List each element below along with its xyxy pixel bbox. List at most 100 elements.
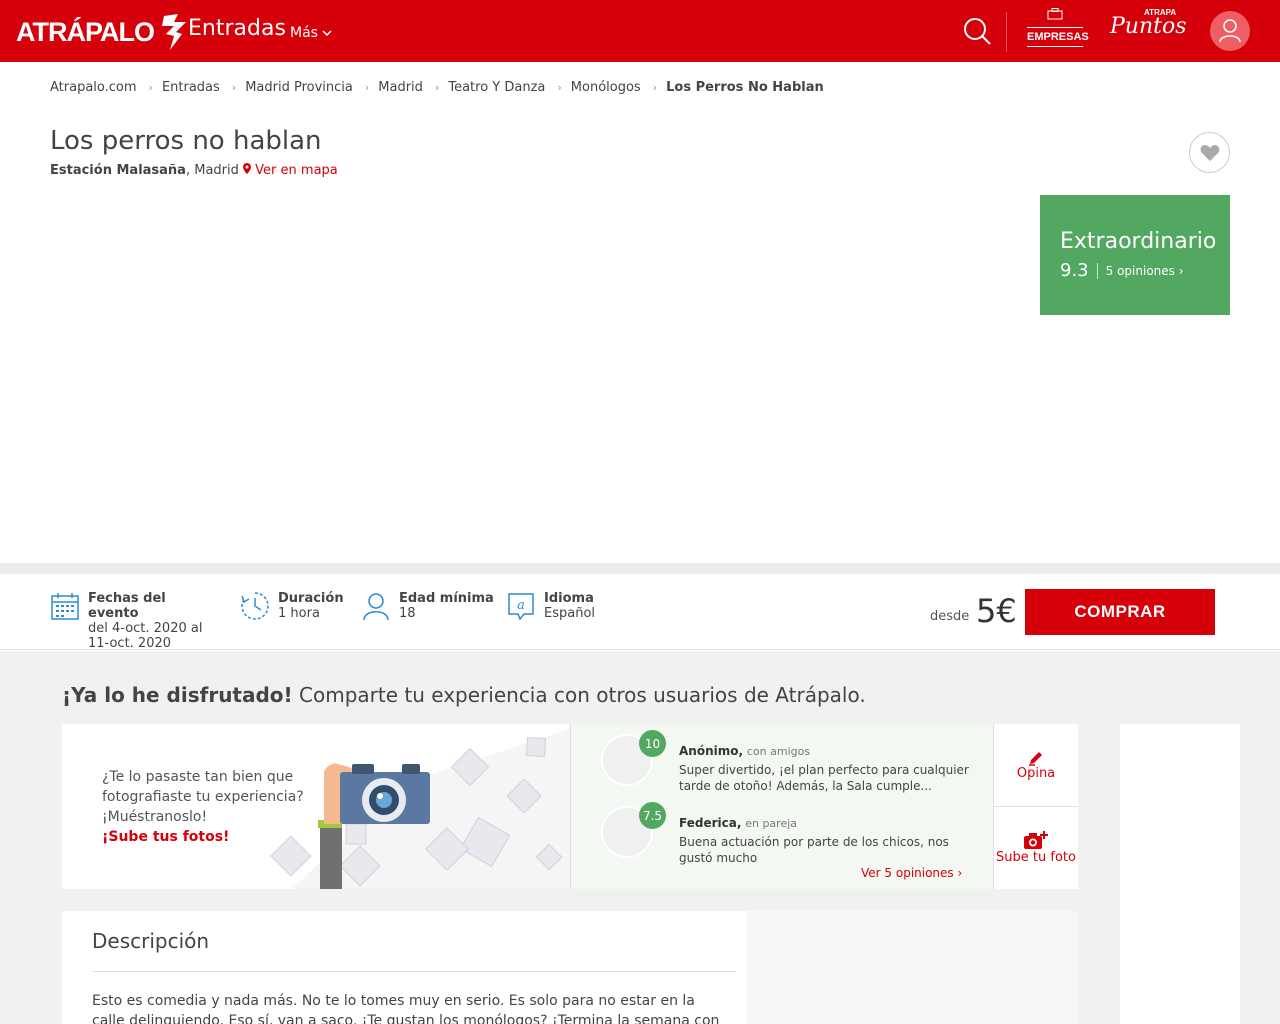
price-value: 5€ [976,592,1017,630]
review-author: Federica, en pareja [679,816,797,830]
breadcrumb-label: Madrid [378,80,423,95]
see-all-reviews-label: Ver 5 opiniones [861,866,954,880]
favorite-button[interactable] [1189,132,1230,173]
search-button[interactable] [962,16,992,46]
chevron-right-icon: › [148,81,153,94]
language-value: Español [544,606,596,621]
review-score-badge: 10 [639,730,666,757]
rating-score: 9.3 [1060,260,1089,281]
map-link[interactable]: Ver en mapa [243,163,338,178]
header-divider [1006,12,1007,52]
upload-photo-button[interactable]: Sube tu foto [994,806,1078,888]
breadcrumb-item[interactable]: Entradas › [162,80,245,95]
breadcrumb-label: Atrapalo.com [50,80,137,95]
upload-photo-label: Sube tu foto [996,850,1076,865]
chevron-right-icon: › [231,81,237,94]
chevron-right-icon: › [957,866,963,880]
empresas-label: EMPRESAS [1027,27,1089,47]
review-text: Super divertido, ¡el plan perfecto para … [679,763,969,793]
review-item[interactable]: 7.5 Federica, en pareja Buena actuación … [601,802,981,865]
description-side-panel [746,911,1078,1024]
section-title[interactable]: Entradas [188,16,286,41]
share-heading-rest: Comparte tu experiencia con otros usuari… [292,683,866,707]
rating-box[interactable]: Extraordinario 9.3 5 opiniones › [1040,195,1230,315]
upload-photos-link[interactable]: ¡Sube tus fotos! [102,827,312,847]
review-context: en pareja [745,817,798,830]
atrapa-puntos-link[interactable]: ATRAPA Puntos [1110,8,1187,39]
upload-photos-prompt: ¿Te lo pasaste tan bien que fotografiast… [102,769,304,825]
review-author-name: Anónimo, [679,744,744,758]
venue-line: Estación Malasaña, Madrid Ver en mapa [50,163,338,178]
puntos-small-label: ATRAPA [1144,8,1177,17]
write-review-button[interactable]: Opina [994,724,1078,806]
dates-text: Fechas del evento del 4-oct. 2020 al 11-… [88,591,213,651]
map-pin-icon [243,163,252,174]
rating-opinions-link[interactable]: 5 opiniones [1106,264,1175,278]
breadcrumb-label: Madrid Provincia [245,80,353,95]
chevron-right-icon: › [364,81,370,94]
chevron-down-icon [322,30,332,36]
rating-divider [1096,262,1098,279]
briefcase-icon [1047,8,1063,20]
user-account-button[interactable] [1210,11,1250,51]
breadcrumb-item[interactable]: Atrapalo.com › [50,80,162,95]
share-heading: ¡Ya lo he disfrutado! Comparte tu experi… [62,683,866,707]
breadcrumb-label: Entradas [161,80,220,95]
breadcrumb-current: Los Perros No Hablan [666,80,824,95]
age-value: 18 [399,606,416,621]
camera-plus-icon [1024,831,1048,849]
atrapalo-logo[interactable]: ATRÁPALO [16,12,192,52]
runner-logo-icon [161,14,186,50]
chevron-right-icon: › [434,81,440,94]
breadcrumb-item[interactable]: Madrid › [378,80,448,95]
review-author-name: Federica, [679,816,742,830]
venue-city: , Madrid [185,163,239,178]
share-heading-bold: ¡Ya lo he disfrutado! [62,683,293,707]
breadcrumb-item[interactable]: Madrid Provincia › [245,80,378,95]
top-navbar: ATRÁPALO Entradas Más EMPRESAS ATRAPA Pu… [0,0,1280,62]
upload-photos-card[interactable]: ¿Te lo pasaste tan bien que fotografiast… [62,724,570,889]
review-score-badge: 7.5 [639,802,666,829]
breadcrumb: Atrapalo.com › Entradas › Madrid Provincia… [50,80,824,95]
duration-text: Duración 1 hora [278,591,344,621]
description-divider [92,971,736,972]
svg-text:a: a [517,598,525,613]
search-icon [964,18,991,45]
heart-icon [1200,144,1219,161]
rating-row: 9.3 5 opiniones › [1060,260,1210,281]
breadcrumb-item[interactable]: Teatro Y Danza › [448,80,570,95]
see-all-reviews-link[interactable]: Ver 5 opiniones › [861,866,962,880]
side-ad-slot [1120,724,1240,1024]
logo-text: ATRÁPALO [16,16,155,47]
calendar-icon [51,593,79,620]
upload-photos-text: ¿Te lo pasaste tan bien que fotografiast… [102,767,312,847]
event-info-bar: Fechas del evento del 4-oct. 2020 al 11-… [0,574,1280,651]
rating-label: Extraordinario [1060,229,1217,254]
duration-label: Duración [278,591,344,606]
pencil-icon [1029,751,1042,766]
age-label: Edad mínima [399,591,494,606]
breadcrumb-item[interactable]: Monólogos › [571,80,666,95]
language-label: Idioma [544,591,594,606]
review-context: con amigos [746,745,811,758]
chevron-right-icon: › [652,81,658,94]
language-icon: a [508,593,534,621]
description-heading: Descripción [92,929,210,953]
venue-name[interactable]: Estación Malasaña [50,163,186,178]
dates-value: del 4-oct. 2020 al 11-oct. 2020 [88,621,203,651]
buy-button[interactable]: COMPRAR [1025,589,1215,635]
map-link-label: Ver en mapa [255,163,338,178]
duration-value: 1 hora [278,606,320,621]
more-menu[interactable]: Más [290,25,332,41]
chevron-right-icon: › [1174,263,1184,278]
dates-info: Fechas del evento del 4-oct. 2020 al 11-… [50,591,213,651]
duration-info: Duración 1 hora [240,591,344,621]
reviews-card: 10 Anónimo, con amigos Super divertido, … [570,724,993,889]
language-text: Idioma Español [544,591,595,621]
empresas-link[interactable]: EMPRESAS [1027,8,1089,48]
clock-icon [241,592,269,620]
review-item[interactable]: 10 Anónimo, con amigos Super divertido, … [601,730,981,793]
breadcrumb-label: Teatro Y Danza [448,80,546,95]
age-text: Edad mínima 18 [399,591,494,621]
language-info: a Idioma Español [506,591,595,621]
